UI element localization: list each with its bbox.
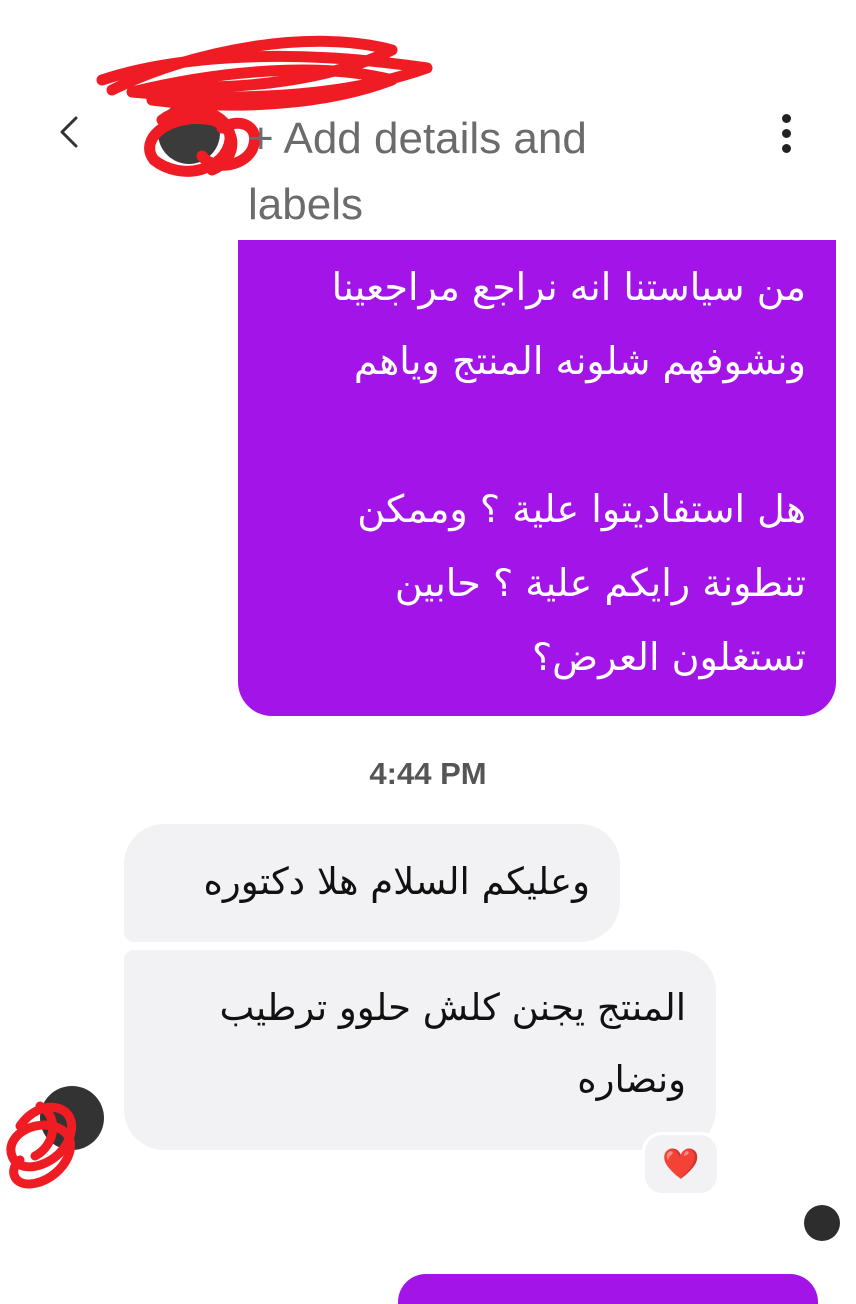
heart-reaction[interactable]: ❤️ <box>642 1132 720 1196</box>
contact-avatar[interactable] <box>158 102 220 164</box>
outgoing-message-bubble-partial[interactable] <box>398 1274 818 1304</box>
incoming-message-text: وعليكم السلام هلا دكتوره <box>203 860 590 903</box>
header-title[interactable]: + Add details and labels <box>248 106 668 238</box>
incoming-message-text: المنتج يجنن كلش حلوو ترطيب ونضاره <box>219 986 686 1101</box>
heart-icon: ❤️ <box>662 1146 700 1182</box>
chevron-left-icon <box>60 116 78 148</box>
incoming-message-bubble[interactable]: المنتج يجنن كلش حلوو ترطيب ونضاره <box>124 950 716 1150</box>
back-button[interactable] <box>48 104 92 160</box>
outgoing-message-text: من سياستنا انه نراجع مراجعينا ونشوفهم شل… <box>331 265 806 679</box>
message-timestamp: 4:44 PM <box>369 756 487 791</box>
more-options-button[interactable] <box>770 110 802 158</box>
seen-indicator-avatar <box>804 1205 840 1241</box>
sender-avatar[interactable] <box>40 1086 104 1150</box>
more-vertical-icon <box>770 114 802 153</box>
incoming-message-bubble[interactable]: وعليكم السلام هلا دكتوره <box>124 824 620 942</box>
chat-header: + Add details and labels <box>0 0 856 240</box>
outgoing-message-bubble[interactable]: من سياستنا انه نراجع مراجعينا ونشوفهم شل… <box>238 180 836 716</box>
